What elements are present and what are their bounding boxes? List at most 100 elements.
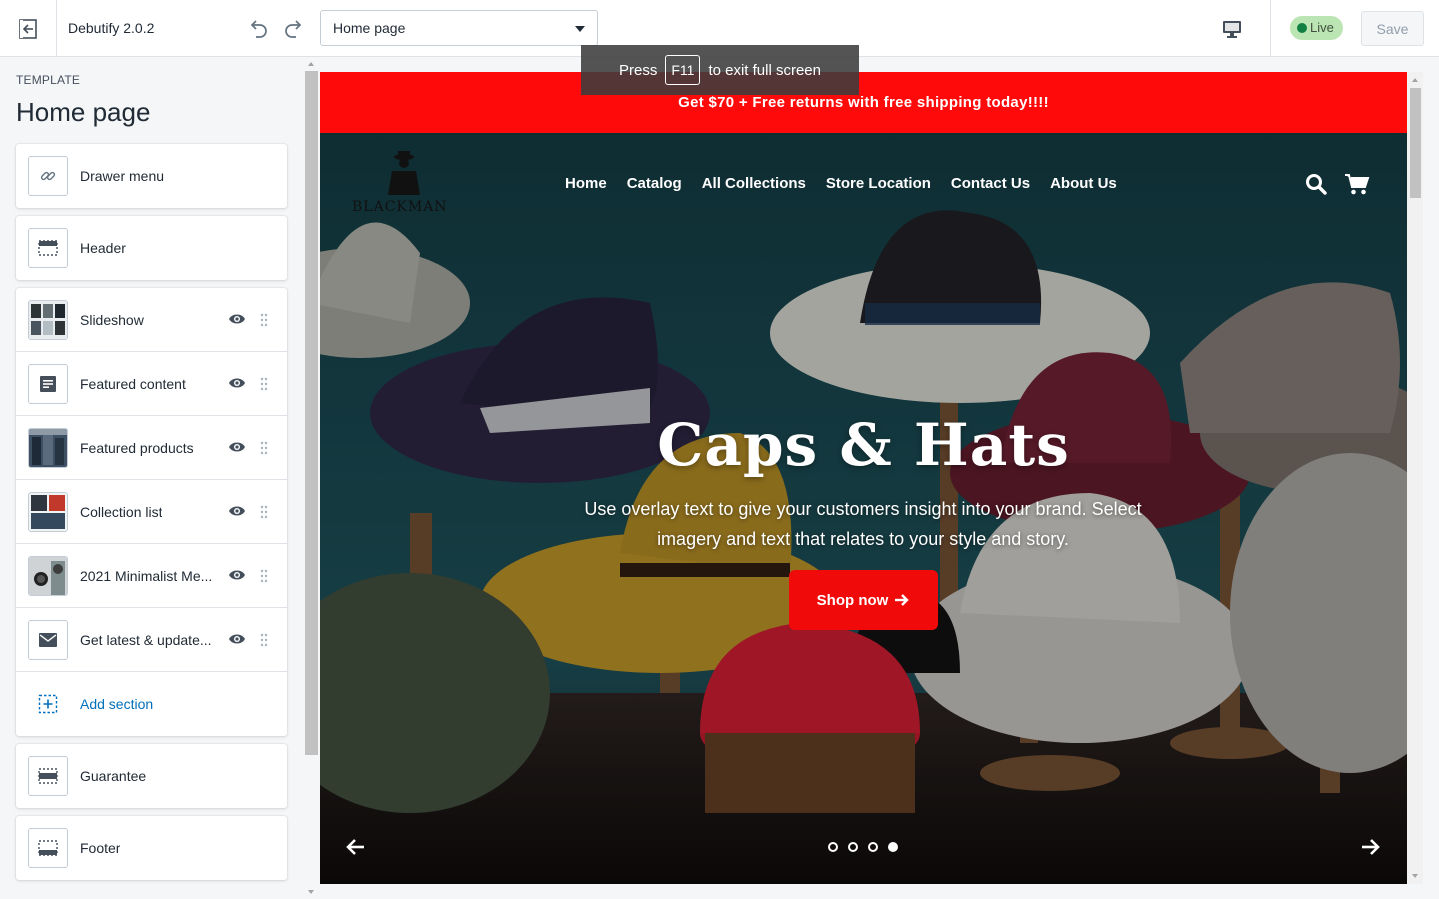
- toast-prefix: Press: [619, 61, 658, 79]
- search-icon[interactable]: [1305, 173, 1327, 195]
- undo-icon[interactable]: [246, 16, 270, 40]
- section-row-collection-list[interactable]: Collection list: [16, 480, 287, 544]
- exit-icon: [19, 18, 37, 39]
- header-layout-icon: [28, 228, 68, 268]
- chevron-down-icon: [575, 26, 585, 32]
- add-section-icon: [28, 684, 68, 724]
- section-label: Drawer menu: [80, 168, 165, 184]
- template-label: TEMPLATE: [16, 73, 81, 87]
- page-select[interactable]: Home page: [320, 10, 598, 46]
- products-thumb: [28, 428, 68, 468]
- arrow-right-icon: [895, 594, 910, 606]
- redo-icon[interactable]: [282, 16, 306, 40]
- drag-handle-icon[interactable]: [259, 377, 269, 391]
- drawer-menu-card[interactable]: Drawer menu: [16, 144, 287, 208]
- section-row-drawer-menu[interactable]: Drawer menu: [16, 144, 287, 208]
- logo-figure-icon: [388, 151, 420, 195]
- envelope-icon: [28, 620, 68, 660]
- slide-dot-2[interactable]: [848, 842, 858, 852]
- save-button[interactable]: Save: [1361, 11, 1424, 46]
- section-row-guarantee[interactable]: Guarantee: [16, 744, 287, 808]
- nav-link-all-collections[interactable]: All Collections: [702, 175, 806, 192]
- eye-icon[interactable]: [228, 440, 246, 454]
- slide-dot-4[interactable]: [888, 842, 898, 852]
- drag-handle-icon[interactable]: [259, 441, 269, 455]
- template-title: Home page: [16, 97, 151, 127]
- main-navigation: Home Catalog All Collections Store Locat…: [565, 175, 1117, 192]
- section-label: Slideshow: [80, 312, 144, 328]
- section-label: Header: [80, 240, 126, 256]
- hero-title: Caps & Hats: [657, 411, 1070, 479]
- toast-suffix: to exit full screen: [708, 61, 821, 79]
- section-row-newsletter[interactable]: Get latest & update...: [16, 608, 287, 672]
- watch-thumb: [28, 556, 68, 596]
- preview-scrollbar[interactable]: [1407, 72, 1423, 884]
- sidebar-scrollbar[interactable]: [304, 57, 319, 899]
- footer-card[interactable]: Footer: [16, 816, 287, 880]
- guarantee-layout-icon: [28, 756, 68, 796]
- section-row-featured-products[interactable]: Featured products: [16, 416, 287, 480]
- eye-icon[interactable]: [228, 312, 246, 326]
- live-label: Live: [1310, 20, 1334, 35]
- drag-handle-icon[interactable]: [259, 569, 269, 583]
- announcement-bar[interactable]: Get $70 + Free returns with free shippin…: [320, 72, 1407, 133]
- eye-icon[interactable]: [228, 376, 246, 390]
- nav-link-contact-us[interactable]: Contact Us: [951, 175, 1030, 192]
- sections-list-card: Slideshow Featured content Featured prod…: [16, 288, 287, 736]
- desktop-icon[interactable]: [1220, 17, 1244, 41]
- exit-editor-button[interactable]: [0, 0, 57, 57]
- section-label: Featured products: [80, 440, 194, 456]
- sections-sidebar: TEMPLATE Home page Drawer menu Header Sl…: [0, 57, 304, 899]
- collection-thumb: [28, 492, 68, 532]
- theme-name: Debutify 2.0.2: [68, 20, 155, 36]
- live-dot-icon: [1297, 23, 1307, 33]
- hero-subtitle: Use overlay text to give your customers …: [584, 499, 1142, 549]
- sidebar-scroll-thumb[interactable]: [305, 71, 318, 755]
- footer-layout-icon: [28, 828, 68, 868]
- section-label: Featured content: [80, 376, 186, 392]
- slide-dot-3[interactable]: [868, 842, 878, 852]
- drag-handle-icon[interactable]: [259, 313, 269, 327]
- slide-prev-arrow-icon[interactable]: [346, 837, 366, 857]
- nav-link-home[interactable]: Home: [565, 175, 607, 192]
- scroll-up-icon[interactable]: [1412, 78, 1418, 82]
- slide-next-arrow-icon[interactable]: [1360, 837, 1380, 857]
- nav-link-store-location[interactable]: Store Location: [826, 175, 931, 192]
- page-select-value: Home page: [333, 20, 406, 36]
- cart-icon[interactable]: [1344, 172, 1370, 196]
- nav-link-about-us[interactable]: About Us: [1050, 175, 1117, 192]
- topbar-divider: [1270, 0, 1271, 57]
- scroll-up-icon[interactable]: [308, 62, 314, 66]
- section-row-header[interactable]: Header: [16, 216, 287, 280]
- section-label: Guarantee: [80, 768, 147, 784]
- eye-icon[interactable]: [228, 568, 246, 582]
- drag-handle-icon[interactable]: [259, 505, 269, 519]
- guarantee-card[interactable]: Guarantee: [16, 744, 287, 808]
- scroll-down-icon[interactable]: [308, 890, 314, 894]
- section-row-minimalist[interactable]: 2021 Minimalist Me...: [16, 544, 287, 608]
- section-row-slideshow[interactable]: Slideshow: [16, 288, 287, 352]
- scroll-down-icon[interactable]: [1412, 874, 1418, 878]
- store-preview: Get $70 + Free returns with free shippin…: [320, 72, 1407, 884]
- store-logo[interactable]: BLACKMAN: [352, 149, 452, 219]
- eye-icon[interactable]: [228, 504, 246, 518]
- slide-dot-1[interactable]: [828, 842, 838, 852]
- live-status-badge: Live: [1290, 16, 1343, 40]
- section-label: 2021 Minimalist Me...: [80, 568, 213, 584]
- section-label: Footer: [80, 840, 121, 856]
- section-row-footer[interactable]: Footer: [16, 816, 287, 880]
- add-section-label: Add section: [80, 696, 154, 712]
- section-label: Get latest & update...: [80, 632, 212, 648]
- header-card[interactable]: Header: [16, 216, 287, 280]
- preview-scroll-thumb[interactable]: [1410, 88, 1421, 198]
- add-section-button[interactable]: Add section: [16, 672, 287, 736]
- slideshow-hero: BLACKMAN Home Catalog All Collections St…: [320, 133, 1407, 884]
- nav-link-catalog[interactable]: Catalog: [627, 175, 682, 192]
- slide-dots: [828, 842, 898, 852]
- section-row-featured-content[interactable]: Featured content: [16, 352, 287, 416]
- shop-now-label: Shop now: [816, 591, 889, 609]
- eye-icon[interactable]: [228, 632, 246, 646]
- slideshow-thumb: [28, 300, 68, 340]
- shop-now-button[interactable]: Shop now: [789, 570, 938, 630]
- drag-handle-icon[interactable]: [259, 633, 269, 647]
